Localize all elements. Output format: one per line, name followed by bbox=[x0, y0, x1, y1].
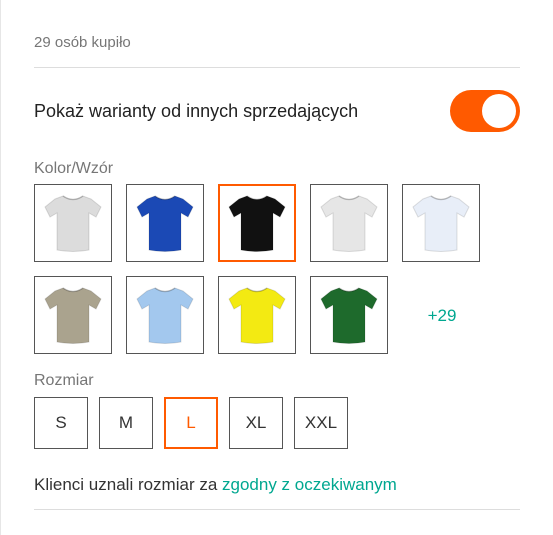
tshirt-icon bbox=[44, 287, 102, 344]
color-swatch-black[interactable] bbox=[218, 184, 296, 262]
divider bbox=[34, 67, 520, 68]
size-option-xl[interactable]: XL bbox=[229, 397, 283, 449]
divider bbox=[34, 509, 520, 510]
purchased-count: 29 osób kupiło bbox=[34, 34, 131, 51]
panel-left-border bbox=[0, 0, 1, 535]
toggle-label: Pokaż warianty od innych sprzedających bbox=[34, 100, 359, 121]
size-option-s[interactable]: S bbox=[34, 397, 88, 449]
size-option-m[interactable]: M bbox=[99, 397, 153, 449]
tshirt-icon bbox=[228, 195, 286, 252]
tshirt-icon bbox=[44, 195, 102, 252]
color-swatch-yellow[interactable] bbox=[218, 276, 296, 354]
size-option-l[interactable]: L bbox=[164, 397, 218, 449]
size-fit-link[interactable]: zgodny z oczekiwanym bbox=[222, 475, 397, 494]
tshirt-icon bbox=[320, 287, 378, 344]
size-option-xxl[interactable]: XXL bbox=[294, 397, 348, 449]
tshirt-icon bbox=[228, 287, 286, 344]
tshirt-icon bbox=[320, 195, 378, 252]
color-swatch-light-gray[interactable] bbox=[34, 184, 112, 262]
more-colors-link[interactable]: +29 bbox=[402, 276, 482, 356]
tshirt-icon bbox=[136, 195, 194, 252]
color-swatch-sky-blue[interactable] bbox=[126, 276, 204, 354]
tshirt-icon bbox=[136, 287, 194, 344]
size-section-label: Rozmiar bbox=[34, 372, 94, 389]
size-fit-prefix: Klienci uznali rozmiar za bbox=[34, 475, 223, 494]
other-sellers-toggle[interactable] bbox=[450, 90, 520, 132]
color-swatch-bottle-green[interactable] bbox=[310, 276, 388, 354]
other-sellers-toggle-row: Pokaż warianty od innych sprzedających bbox=[34, 88, 520, 134]
color-section-label: Kolor/Wzór bbox=[34, 160, 114, 177]
tshirt-icon bbox=[412, 195, 470, 252]
toggle-knob bbox=[482, 94, 516, 128]
color-swatch-royal-blue[interactable] bbox=[126, 184, 204, 262]
color-swatch-pale-white[interactable] bbox=[402, 184, 480, 262]
color-swatch-khaki[interactable] bbox=[34, 276, 112, 354]
size-fit-info: Klienci uznali rozmiar za zgodny z oczek… bbox=[34, 475, 397, 495]
color-swatch-white-gray[interactable] bbox=[310, 184, 388, 262]
